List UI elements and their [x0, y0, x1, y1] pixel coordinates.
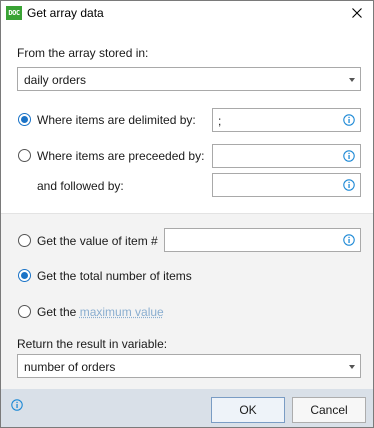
max-value-label: Get the maximum value [37, 305, 164, 319]
total-items-label: Get the total number of items [37, 269, 192, 283]
preceeded-input[interactable] [212, 144, 361, 168]
maximum-value-link[interactable]: maximum value [80, 305, 164, 319]
preceeded-radio[interactable] [18, 149, 31, 162]
dialog-footer: OK Cancel [1, 389, 373, 427]
ok-button[interactable]: OK [211, 397, 285, 423]
delimiter-input[interactable]: ; [212, 108, 361, 132]
item-value-label: Get the value of item # [37, 234, 158, 248]
close-button[interactable] [345, 2, 369, 24]
max-value-radio[interactable] [18, 305, 31, 318]
preceeded-label: Where items are preceeded by: [37, 149, 205, 163]
delimited-radio[interactable] [18, 113, 31, 126]
chevron-down-icon [349, 78, 355, 82]
info-icon[interactable] [343, 179, 355, 191]
followed-label: and followed by: [37, 179, 124, 193]
delimited-label: Where items are delimited by: [37, 113, 196, 127]
result-label: Return the result in variable: [17, 337, 168, 351]
title-bar: DOC Get array data [1, 1, 373, 27]
window-title: Get array data [27, 6, 104, 20]
cancel-button[interactable]: Cancel [292, 397, 366, 423]
item-value-radio[interactable] [18, 234, 31, 247]
result-options-section: Get the value of item # Get the total nu… [1, 213, 373, 390]
dialog-window: DOC Get array data From the array stored… [0, 0, 374, 428]
help-info-icon[interactable] [11, 399, 23, 411]
item-number-input[interactable] [164, 228, 361, 252]
info-icon[interactable] [343, 150, 355, 162]
chevron-down-icon [349, 365, 355, 369]
app-icon: DOC [6, 6, 22, 20]
info-icon[interactable] [343, 114, 355, 126]
source-label: From the array stored in: [17, 46, 149, 60]
close-icon [352, 8, 362, 18]
followed-input[interactable] [212, 173, 361, 197]
result-variable-select[interactable]: number of orders [17, 354, 361, 378]
source-array-value: daily orders [24, 73, 87, 87]
total-items-radio[interactable] [18, 269, 31, 282]
result-variable-value: number of orders [24, 360, 116, 374]
max-value-prefix: Get the [37, 305, 77, 319]
source-array-select[interactable]: daily orders [17, 67, 361, 91]
delimiter-value: ; [218, 114, 222, 128]
info-icon[interactable] [343, 234, 355, 246]
